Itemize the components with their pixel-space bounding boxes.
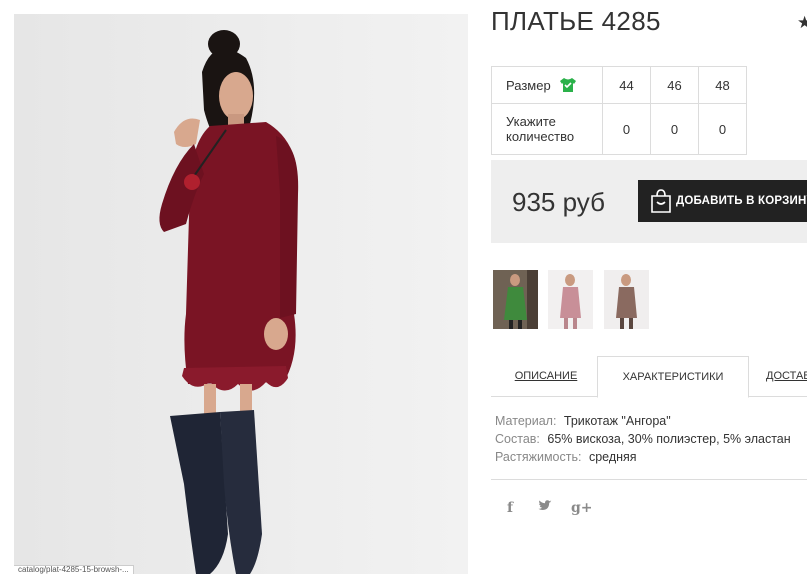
thumbnail-image xyxy=(493,270,538,329)
quantity-label: Укажите количество xyxy=(506,114,575,144)
quantity-field[interactable]: 0 xyxy=(650,103,699,155)
tab-description[interactable]: ОПИСАНИЕ xyxy=(508,356,584,396)
thumbnail-image xyxy=(604,270,649,329)
star-icon[interactable]: ★ xyxy=(797,13,807,33)
google-plus-icon[interactable]: g+ xyxy=(571,500,593,516)
spec-key: Материал: xyxy=(495,414,557,428)
product-main-image[interactable]: catalog/plat-4285-15-browsh-... xyxy=(14,14,468,574)
quantity-label-cell: Укажите количество xyxy=(491,103,603,155)
shirt-check-icon[interactable] xyxy=(559,77,577,93)
specs-list: Материал: Трикотаж "Ангора" Состав: 65% … xyxy=(495,412,791,466)
tab-characteristics[interactable]: ХАРАКТЕРИСТИКИ xyxy=(597,356,749,398)
price-bar: 935 руб ДОБАВИТЬ В КОРЗИНУ xyxy=(491,160,807,243)
spec-key: Растяжимость: xyxy=(495,450,582,464)
facebook-icon[interactable]: f xyxy=(507,500,513,516)
shopping-bag-icon xyxy=(651,189,671,213)
spec-key: Состав: xyxy=(495,432,540,446)
twitter-bird-shape xyxy=(538,500,552,510)
quantity-field[interactable]: 0 xyxy=(698,103,747,155)
size-option[interactable]: 46 xyxy=(650,66,699,104)
tab-delivery[interactable]: ДОСТАВКА xyxy=(766,356,807,396)
price: 935 руб xyxy=(512,187,605,217)
size-label-cell: Размер xyxy=(491,66,603,104)
spec-value: Трикотаж "Ангора" xyxy=(563,414,671,428)
size-label: Размер xyxy=(506,77,551,93)
add-to-cart-button[interactable]: ДОБАВИТЬ В КОРЗИНУ xyxy=(638,180,807,222)
quantity-field[interactable]: 0 xyxy=(602,103,651,155)
product-photo-illustration xyxy=(14,14,468,574)
divider xyxy=(491,479,807,480)
size-option[interactable]: 48 xyxy=(698,66,747,104)
spec-value: средняя xyxy=(588,450,637,464)
product-title: ПЛАТЬЕ 4285 xyxy=(491,6,661,36)
thumbnail-pink[interactable] xyxy=(548,270,593,329)
add-to-cart-label: ДОБАВИТЬ В КОРЗИНУ xyxy=(676,195,807,207)
spec-value: 65% вискоза, 30% полиэстер, 5% эластан xyxy=(547,432,791,446)
thumbnail-mocha[interactable] xyxy=(604,270,649,329)
thumbnail-image xyxy=(548,270,593,329)
spec-row: Материал: Трикотаж "Ангора" xyxy=(495,412,791,430)
size-option[interactable]: 44 xyxy=(602,66,651,104)
spec-row: Состав: 65% вискоза, 30% полиэстер, 5% э… xyxy=(495,430,791,448)
status-url: catalog/plat-4285-15-browsh-... xyxy=(14,565,134,574)
thumbnail-green[interactable] xyxy=(493,270,538,329)
size-table: Размер 44 46 48 Укажите количество 0 0 0 xyxy=(491,66,747,155)
twitter-icon[interactable] xyxy=(538,500,552,516)
spec-row: Растяжимость: средняя xyxy=(495,448,791,466)
